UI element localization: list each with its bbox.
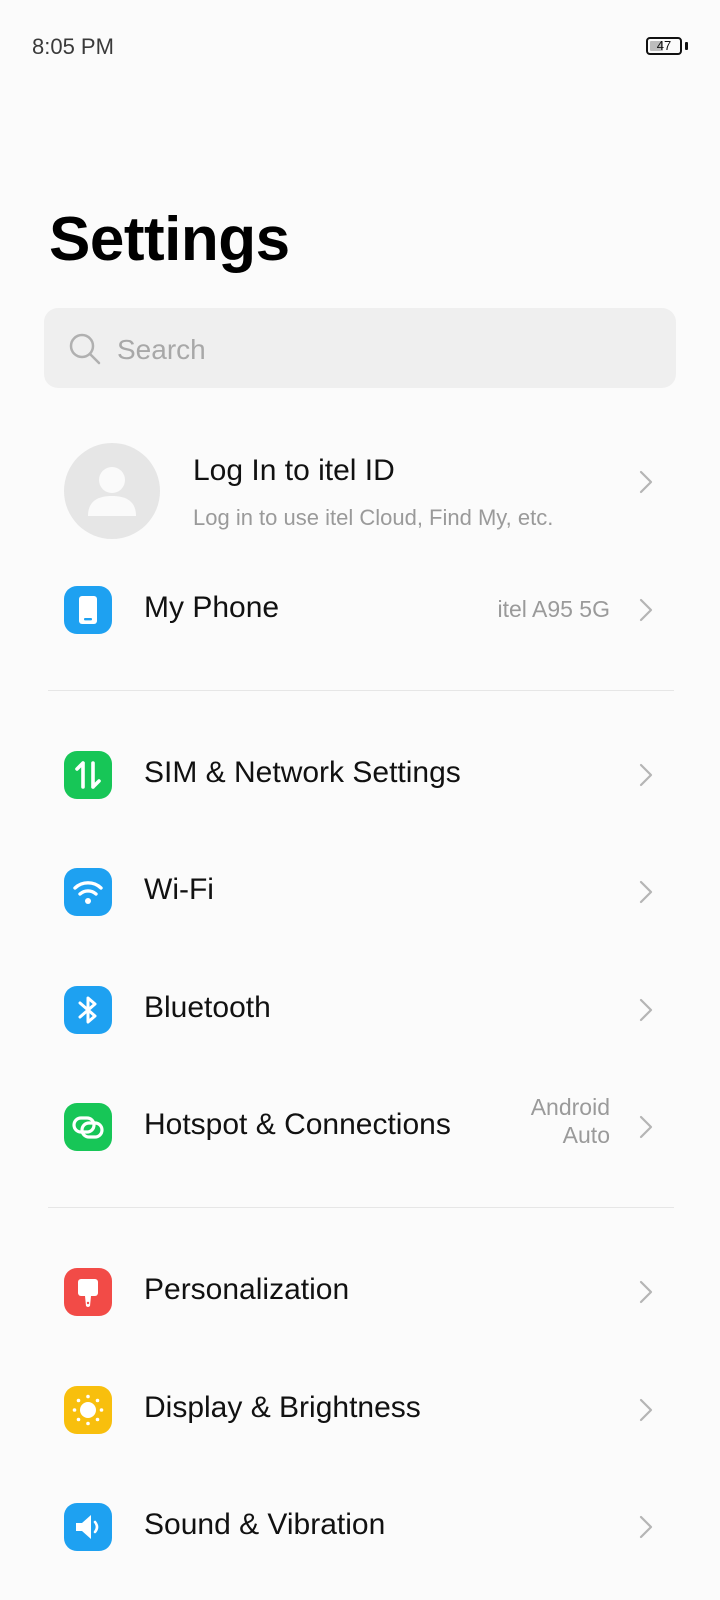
- settings-item-value: itel A95 5G: [497, 596, 610, 622]
- brush-icon: [64, 1268, 112, 1316]
- settings-item-label: My Phone: [144, 591, 280, 624]
- section-divider: [48, 1207, 674, 1208]
- phone-icon: [64, 586, 112, 634]
- settings-item-label: Personalization: [144, 1273, 350, 1306]
- chevron-right-icon: [639, 1515, 653, 1539]
- chevron-right-icon: [639, 598, 653, 622]
- chevron-right-icon: [639, 880, 653, 904]
- settings-item-hotspot[interactable]: Hotspot & Connections Android Auto: [0, 1077, 720, 1177]
- speaker-icon: [64, 1503, 112, 1551]
- chevron-right-icon: [639, 1280, 653, 1304]
- settings-item-display[interactable]: Display & Brightness: [0, 1360, 720, 1460]
- chevron-right-icon: [639, 998, 653, 1022]
- section-divider: [48, 690, 674, 691]
- settings-item-label: Hotspot & Connections: [144, 1108, 451, 1141]
- status-bar: 8:05 PM 47: [0, 0, 720, 96]
- settings-item-label: Wi-Fi: [144, 873, 214, 906]
- settings-item-value: Android Auto: [490, 1093, 610, 1149]
- settings-item-label: Bluetooth: [144, 991, 271, 1024]
- wifi-icon: [64, 868, 112, 916]
- chevron-right-icon: [639, 1398, 653, 1422]
- settings-item-wifi[interactable]: Wi-Fi: [0, 842, 720, 942]
- search-icon: [69, 333, 101, 365]
- status-time: 8:05 PM: [32, 34, 114, 59]
- account-subtitle: Log in to use itel Cloud, Find My, etc.: [193, 505, 554, 530]
- sun-icon: [64, 1386, 112, 1434]
- settings-item-personalization[interactable]: Personalization: [0, 1242, 720, 1342]
- sim-network-icon: [64, 751, 112, 799]
- chevron-right-icon: [639, 1115, 653, 1139]
- account-title: Log In to itel ID: [193, 454, 395, 487]
- page-title: Settings: [49, 205, 290, 274]
- person-icon: [88, 467, 136, 516]
- battery-percent: 47: [656, 38, 672, 53]
- battery-cap: [685, 42, 688, 50]
- hotspot-icon: [64, 1103, 112, 1151]
- search-placeholder: Search: [117, 334, 206, 365]
- bluetooth-icon: [64, 986, 112, 1034]
- settings-item-label: Sound & Vibration: [144, 1508, 386, 1541]
- settings-item-sim-network[interactable]: SIM & Network Settings: [0, 725, 720, 825]
- account-row[interactable]: Log In to itel ID Log in to use itel Clo…: [0, 440, 720, 550]
- value-line-1: Android: [530, 1094, 610, 1120]
- settings-item-bluetooth[interactable]: Bluetooth: [0, 960, 720, 1060]
- settings-item-label: Display & Brightness: [144, 1391, 421, 1424]
- search-input[interactable]: Search: [44, 308, 676, 388]
- settings-item-sound[interactable]: Sound & Vibration: [0, 1477, 720, 1577]
- value-line-2: Auto: [562, 1122, 610, 1148]
- avatar: [64, 443, 160, 539]
- settings-item-my-phone[interactable]: My Phone itel A95 5G: [0, 560, 720, 660]
- chevron-right-icon: [639, 470, 653, 494]
- chevron-right-icon: [639, 763, 653, 787]
- settings-item-label: SIM & Network Settings: [144, 756, 461, 789]
